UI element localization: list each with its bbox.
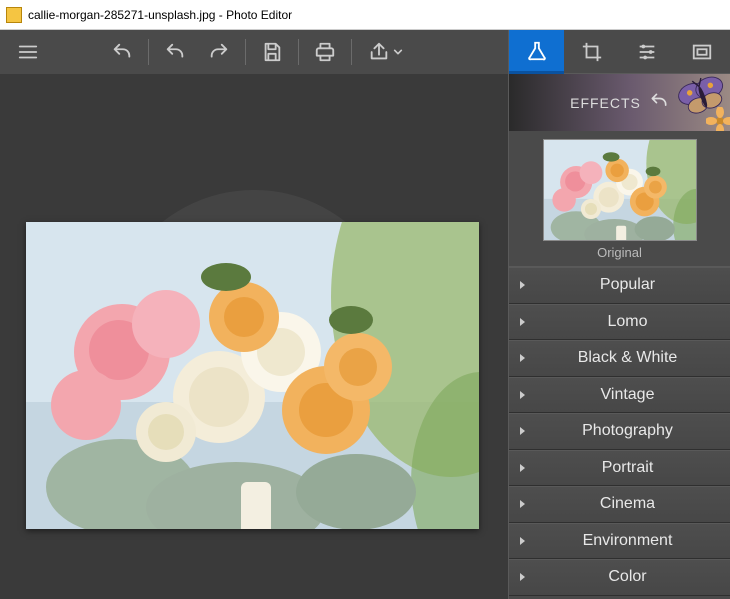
category-cinema[interactable]: Cinema bbox=[509, 486, 730, 523]
effect-categories: Popular Lomo Black & White Vintage Photo… bbox=[509, 267, 730, 599]
effects-reset-button[interactable] bbox=[649, 91, 669, 114]
chevron-right-icon bbox=[519, 280, 527, 290]
category-color[interactable]: Color bbox=[509, 559, 730, 596]
canvas-image[interactable] bbox=[26, 222, 479, 529]
sliders-icon bbox=[636, 41, 658, 63]
chevron-right-icon bbox=[519, 499, 527, 509]
category-label: Popular bbox=[535, 276, 720, 294]
thumbnail-area: Original bbox=[509, 131, 730, 267]
effects-header-label: EFFECTS bbox=[570, 95, 641, 111]
category-popular[interactable]: Popular bbox=[509, 267, 730, 304]
crop-icon bbox=[581, 41, 603, 63]
app-icon bbox=[6, 7, 22, 23]
category-label: Environment bbox=[535, 532, 720, 550]
right-panel: EFFECTS bbox=[508, 30, 730, 599]
undo-button[interactable] bbox=[153, 30, 197, 74]
category-environment[interactable]: Environment bbox=[509, 523, 730, 560]
panel-tabs bbox=[509, 30, 730, 74]
flask-icon bbox=[526, 40, 548, 62]
canvas-area bbox=[0, 74, 508, 599]
menu-button[interactable] bbox=[6, 30, 50, 74]
window-title: callie-morgan-285271-unsplash.jpg - Phot… bbox=[28, 8, 292, 22]
category-label: Black & White bbox=[535, 349, 720, 367]
share-button[interactable] bbox=[356, 30, 414, 74]
category-black-white[interactable]: Black & White bbox=[509, 340, 730, 377]
effects-tab[interactable] bbox=[509, 30, 564, 74]
adjust-tab[interactable] bbox=[620, 30, 675, 74]
effects-header: EFFECTS bbox=[509, 74, 730, 131]
category-label: Cinema bbox=[535, 495, 720, 513]
crop-tab[interactable] bbox=[564, 30, 619, 74]
undo-big-button[interactable] bbox=[100, 30, 144, 74]
category-label: Color bbox=[535, 568, 720, 586]
print-button[interactable] bbox=[303, 30, 347, 74]
chevron-right-icon bbox=[519, 426, 527, 436]
chevron-right-icon bbox=[519, 317, 527, 327]
category-portrait[interactable]: Portrait bbox=[509, 450, 730, 487]
frames-tab[interactable] bbox=[675, 30, 730, 74]
chevron-down-icon bbox=[393, 47, 403, 57]
category-label: Vintage bbox=[535, 386, 720, 404]
undo-icon bbox=[164, 41, 186, 63]
flower-decoration bbox=[706, 107, 730, 131]
undo-icon bbox=[111, 41, 133, 63]
chevron-right-icon bbox=[519, 390, 527, 400]
titlebar: callie-morgan-285271-unsplash.jpg - Phot… bbox=[0, 0, 730, 30]
category-label: Photography bbox=[535, 422, 720, 440]
save-button[interactable] bbox=[250, 30, 294, 74]
undo-icon bbox=[649, 91, 669, 111]
redo-button[interactable] bbox=[197, 30, 241, 74]
original-thumbnail[interactable] bbox=[543, 139, 697, 241]
thumbnail-label: Original bbox=[597, 245, 642, 260]
menu-icon bbox=[17, 41, 39, 63]
save-icon bbox=[261, 41, 283, 63]
chevron-right-icon bbox=[519, 463, 527, 473]
redo-icon bbox=[208, 41, 230, 63]
chevron-right-icon bbox=[519, 353, 527, 363]
category-vintage[interactable]: Vintage bbox=[509, 377, 730, 414]
chevron-right-icon bbox=[519, 572, 527, 582]
category-label: Portrait bbox=[535, 459, 720, 477]
category-label: Lomo bbox=[535, 313, 720, 331]
chevron-right-icon bbox=[519, 536, 527, 546]
category-lomo[interactable]: Lomo bbox=[509, 304, 730, 341]
share-icon bbox=[368, 41, 390, 63]
category-photography[interactable]: Photography bbox=[509, 413, 730, 450]
print-icon bbox=[314, 41, 336, 63]
frame-icon bbox=[691, 41, 713, 63]
